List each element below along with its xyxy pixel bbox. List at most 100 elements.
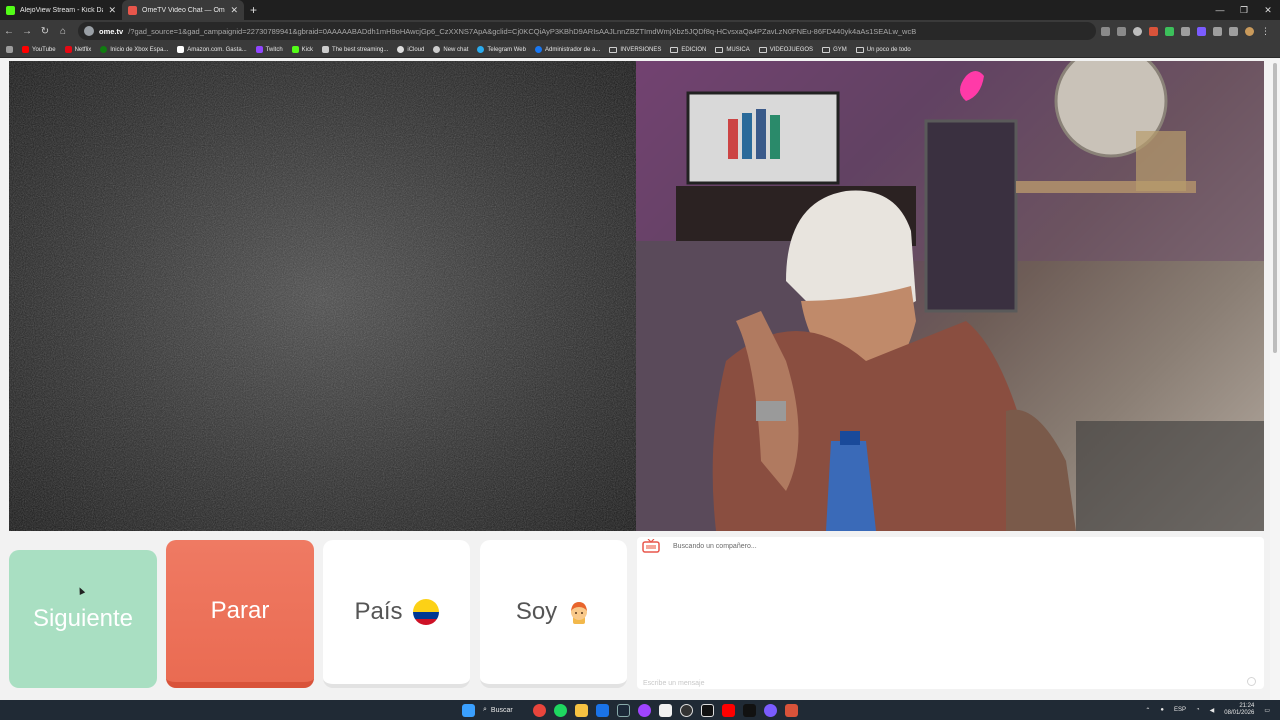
folder-icon [715, 46, 724, 53]
messenger-icon[interactable] [638, 703, 651, 717]
apple-icon [397, 46, 405, 53]
bookmark-folder-gym[interactable]: GYM [822, 46, 847, 53]
menu-dots-icon[interactable]: ⋮ [1261, 26, 1270, 36]
bookmark-folder-inversiones[interactable]: INVERSIONES [609, 46, 661, 53]
notifications-icon[interactable]: ▭ [1264, 707, 1270, 714]
wifi-icon[interactable]: ◔ [1196, 707, 1200, 713]
url-path: /?gad_source=1&gad_campaignid=2273078994… [128, 26, 917, 36]
address-bar[interactable]: ome.tv /?gad_source=1&gad_campaignid=227… [78, 22, 1096, 40]
capcut-icon[interactable] [701, 703, 714, 717]
translate-icon[interactable] [1101, 26, 1110, 36]
extension-icon-green[interactable] [1165, 26, 1174, 36]
app-icon-purple[interactable] [764, 703, 777, 717]
obs-icon[interactable] [680, 703, 693, 717]
forward-button[interactable]: → [18, 26, 36, 37]
bookmarks-bar: YouTube Netflix Inicio de Xbox Espa... A… [0, 42, 1280, 58]
bookmark-xbox[interactable]: Inicio de Xbox Espa... [100, 46, 168, 53]
page-scrollbar[interactable] [1270, 59, 1280, 700]
emoji-picker-icon[interactable] [1247, 677, 1256, 686]
bookmark-streaming[interactable]: The best streaming... [322, 46, 388, 53]
install-app-icon[interactable] [1117, 26, 1126, 36]
folder-icon [609, 46, 618, 53]
windows-start-icon[interactable] [462, 703, 475, 717]
reload-button[interactable]: ↻ [36, 26, 54, 37]
minimize-button[interactable]: — [1208, 0, 1232, 20]
partner-video-static [9, 61, 636, 531]
chat-status-text: Buscando un compañero... [673, 543, 757, 550]
bookmark-amazon[interactable]: Amazon.com. Gasta... [177, 46, 247, 53]
bookmark-new-chat[interactable]: New chat [433, 46, 468, 53]
back-button[interactable]: ← [0, 26, 18, 37]
extensions-puzzle-icon[interactable] [1213, 26, 1222, 36]
country-label: País [354, 598, 403, 625]
folder-icon [855, 46, 864, 53]
apps-grid-icon[interactable] [6, 46, 13, 53]
clock-date: 08/01/2026 [1224, 710, 1255, 716]
language-indicator[interactable]: ESP [1174, 707, 1186, 713]
bookmark-telegram[interactable]: Telegram Web [477, 46, 526, 53]
bookmark-icloud[interactable]: iCloud [397, 46, 424, 53]
bookmark-folder-edicion[interactable]: EDICION [670, 46, 706, 53]
country-selector-button[interactable]: País [323, 540, 470, 688]
self-camera-video [636, 61, 1264, 531]
ometv-tv-logo-icon [642, 539, 660, 553]
bookmark-folder-videojuegos[interactable]: VIDEOJUEGOS [758, 46, 813, 53]
url-host: ome.tv [99, 26, 124, 36]
notes-icon[interactable] [659, 703, 672, 717]
tab-kick-dashboard[interactable]: AlejoView Stream - Kick Dashb ✕ [0, 0, 122, 20]
volume-icon[interactable]: ◀ [1210, 707, 1215, 714]
bookmark-twitch[interactable]: Twitch [255, 46, 283, 53]
tiktok-icon[interactable] [743, 703, 756, 717]
gender-label: Soy [515, 598, 558, 625]
folder-icon [822, 46, 831, 53]
boy-emoji-icon [571, 602, 588, 624]
tab-title: AlejoView Stream - Kick Dashb [20, 6, 103, 14]
close-window-button[interactable]: ✕ [1256, 0, 1280, 20]
chrome-icon[interactable] [533, 703, 546, 717]
extension-icon-purple[interactable] [1197, 26, 1206, 36]
chat-panel: Buscando un compañero... Escribe un mens… [637, 537, 1264, 689]
bookmark-youtube[interactable]: YouTube [22, 46, 56, 53]
tab-ometv[interactable]: OmeTV Video Chat — Ome ✕ [122, 0, 244, 20]
bookmark-facebook-admin[interactable]: Administrador de a... [534, 46, 600, 53]
gender-selector-button[interactable]: Soy [480, 540, 627, 688]
netflix-icon [64, 46, 72, 53]
close-tab-icon[interactable]: ✕ [108, 5, 116, 16]
ometv-favicon-icon [128, 5, 137, 15]
ometv-page: Siguiente Parar País Soy Buscando un com… [0, 59, 1280, 700]
new-tab-button[interactable]: + [250, 3, 257, 17]
extension-icon-red[interactable] [1149, 26, 1158, 36]
bookmark-folder-musica[interactable]: MUSICA [715, 46, 750, 53]
file-explorer-icon[interactable] [575, 703, 588, 717]
extension-shield-icon[interactable] [1181, 26, 1190, 36]
taskbar-search[interactable]: ⌕ Buscar [483, 706, 525, 714]
browser-toolbar: ← → ↻ ⌂ ome.tv /?gad_source=1&gad_campai… [0, 20, 1280, 42]
taskbar-apps: ⌕ Buscar [462, 700, 798, 720]
maximize-button[interactable]: ❐ [1232, 0, 1256, 20]
spotify-icon[interactable] [554, 703, 567, 717]
calendar-icon[interactable] [785, 703, 798, 717]
scrollbar-thumb[interactable] [1273, 63, 1277, 353]
chat-message-input[interactable]: Escribe un mensaje [643, 680, 704, 687]
outlook-icon[interactable] [596, 703, 609, 717]
tab-title: OmeTV Video Chat — Ome [142, 6, 226, 14]
colombia-flag-icon [412, 599, 439, 625]
taskbar-search-label: Buscar [490, 706, 513, 714]
facebook-icon [534, 46, 542, 53]
sidebar-icon[interactable] [1229, 26, 1238, 36]
bookmark-netflix[interactable]: Netflix [64, 46, 91, 53]
profile-avatar-icon[interactable] [1245, 26, 1254, 36]
steam-icon[interactable] [617, 703, 630, 717]
bookmark-kick[interactable]: Kick [291, 46, 313, 53]
home-button[interactable]: ⌂ [54, 26, 72, 37]
close-tab-icon[interactable]: ✕ [230, 5, 238, 16]
next-button[interactable]: Siguiente [9, 550, 157, 688]
stop-button[interactable]: Parar [166, 540, 314, 688]
bookmark-folder-un-poco-de-todo[interactable]: Un poco de todo [855, 46, 911, 53]
taskbar-clock[interactable]: 21:24 08/01/2026 [1224, 703, 1254, 717]
microphone-icon[interactable]: ● [1160, 707, 1164, 713]
tray-chevron-icon[interactable]: ⌃ [1145, 707, 1150, 714]
site-info-icon[interactable] [84, 26, 94, 36]
bookmark-star-icon[interactable] [1133, 26, 1142, 36]
youtube-taskbar-icon[interactable] [722, 703, 735, 717]
